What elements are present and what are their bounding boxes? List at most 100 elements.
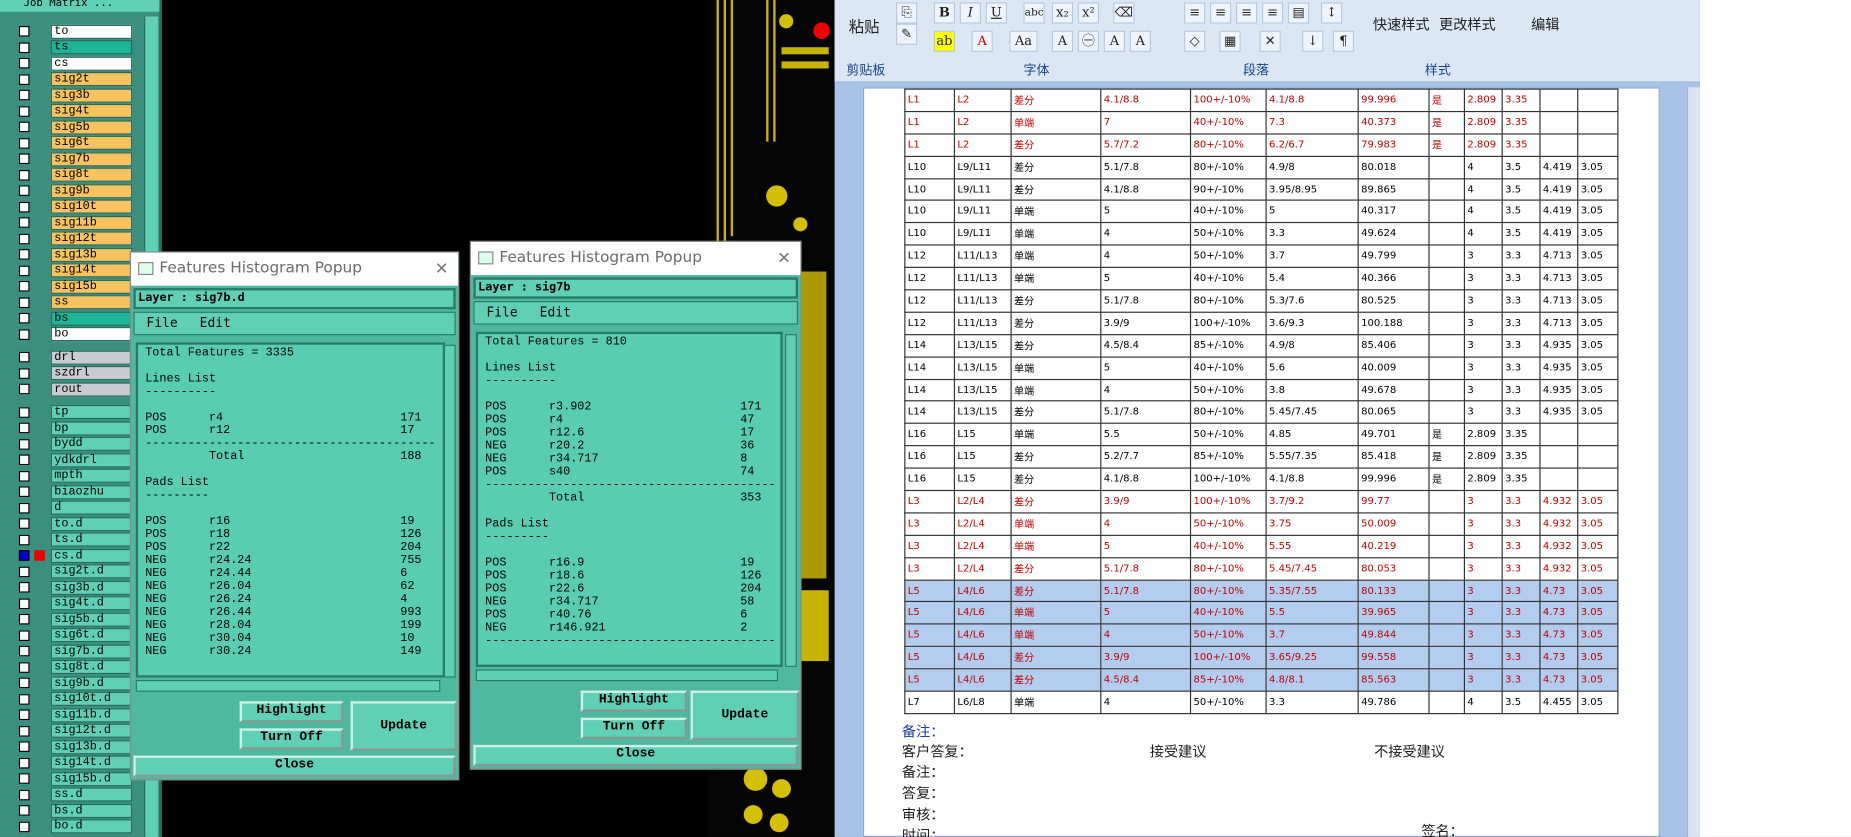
table-row[interactable]: L1 L2 差分 5.7/7.2 80+/-10% 6.2/6.7 79.983 是 2.809… bbox=[904, 133, 1619, 157]
table-cell[interactable]: L7 bbox=[904, 690, 956, 715]
highlight-button[interactable]: Highlight bbox=[239, 701, 344, 723]
table-cell[interactable]: 5.2/7.7 bbox=[1100, 445, 1192, 469]
layer-checkbox[interactable] bbox=[18, 725, 30, 737]
table-cell[interactable] bbox=[1539, 467, 1579, 492]
layer-checkbox[interactable] bbox=[18, 773, 30, 785]
shrink-font-icon[interactable]: A bbox=[1129, 30, 1151, 52]
layer-checkbox[interactable] bbox=[18, 201, 30, 213]
table-cell[interactable] bbox=[1577, 110, 1619, 135]
table-cell[interactable]: 3 bbox=[1463, 646, 1503, 670]
table-cell[interactable]: 80+/-10% bbox=[1189, 155, 1267, 179]
layer-checkbox[interactable] bbox=[18, 741, 30, 753]
table-row[interactable]: L12 L11/L13 单端 5 40+/-10% 5.4 40.366 3 3.3 4.713 3… bbox=[904, 266, 1619, 291]
layer-name[interactable]: bydd bbox=[50, 437, 133, 452]
justify-icon[interactable]: ≡ bbox=[1261, 2, 1284, 24]
sort-icon[interactable]: ↓ bbox=[1302, 30, 1324, 52]
table-cell[interactable]: 49.624 bbox=[1357, 222, 1430, 246]
table-cell[interactable]: 单端 bbox=[1010, 266, 1102, 291]
copy-icon[interactable]: ⎘ bbox=[895, 2, 918, 24]
table-cell[interactable]: 3.5 bbox=[1501, 690, 1541, 715]
table-cell[interactable]: 4.932 bbox=[1539, 489, 1579, 514]
paste-button[interactable]: 粘贴 bbox=[849, 14, 880, 37]
layer-checkbox[interactable] bbox=[18, 566, 30, 577]
table-cell[interactable]: 差分 bbox=[1010, 333, 1102, 358]
table-cell[interactable]: 4.73 bbox=[1539, 646, 1579, 670]
layer-name[interactable]: bs.d bbox=[50, 803, 133, 818]
table-cell[interactable]: 4.9/8 bbox=[1265, 155, 1359, 179]
table-cell[interactable]: 3.05 bbox=[1577, 690, 1619, 715]
shading-icon[interactable]: ◇ bbox=[1184, 30, 1206, 52]
table-cell[interactable]: 4 bbox=[1100, 512, 1192, 536]
table-cell[interactable]: 5.5 bbox=[1265, 601, 1359, 625]
table-cell[interactable]: 5 bbox=[1100, 601, 1192, 625]
layer-row[interactable]: sig5b bbox=[0, 119, 133, 135]
layer-name[interactable]: ts.d bbox=[50, 532, 133, 547]
layer-row[interactable]: bs.d bbox=[0, 803, 133, 819]
table-cell[interactable]: L13/L15 bbox=[953, 356, 1012, 380]
table-cell[interactable]: 差分 bbox=[1010, 556, 1102, 581]
layer-name[interactable]: sig2t.d bbox=[50, 564, 133, 579]
layer-name[interactable]: sig5b.d bbox=[50, 612, 133, 627]
table-cell[interactable]: 3.65/9.25 bbox=[1265, 646, 1359, 670]
layer-name[interactable]: sig8t.d bbox=[50, 660, 133, 675]
layer-checkbox[interactable] bbox=[18, 169, 30, 181]
document-page[interactable]: L1 L2 差分 4.1/8.8 100+/-10% 4.1/8.8 99.996 是 2.80… bbox=[862, 87, 1660, 837]
table-cell[interactable]: 3.05 bbox=[1577, 311, 1619, 336]
table-cell[interactable]: 50+/-10% bbox=[1189, 222, 1267, 246]
format-painter-icon[interactable]: ✎ bbox=[895, 23, 918, 45]
table-cell[interactable]: 4.5/8.4 bbox=[1100, 333, 1192, 358]
layer-row[interactable]: sig15b.d bbox=[0, 771, 133, 787]
layer-checkbox[interactable] bbox=[18, 454, 30, 466]
table-cell[interactable]: L14 bbox=[904, 378, 956, 402]
table-cell[interactable] bbox=[1577, 423, 1619, 447]
layer-name[interactable]: cs.d bbox=[50, 548, 133, 563]
layer-checkbox[interactable] bbox=[18, 502, 30, 514]
layer-name[interactable]: szdrl bbox=[50, 366, 133, 381]
table-row[interactable]: L14 L13/L15 单端 4 50+/-10% 3.8 49.678 3 3.3 4.935 3… bbox=[904, 378, 1619, 402]
show-marks-icon[interactable]: ¶ bbox=[1332, 30, 1355, 52]
table-cell[interactable]: L2 bbox=[953, 110, 1012, 135]
layer-row[interactable]: szdrl bbox=[0, 365, 133, 381]
table-cell[interactable]: L10 bbox=[904, 155, 956, 179]
table-cell[interactable] bbox=[1577, 467, 1619, 492]
table-cell[interactable]: 3.75 bbox=[1265, 512, 1359, 536]
table-cell[interactable]: 40.219 bbox=[1357, 534, 1430, 559]
table-row[interactable]: L10 L9/L11 单端 5 40+/-10% 5 40.317 4 3.5 4.419 3.05 bbox=[904, 200, 1619, 224]
table-row[interactable]: L5 L4/L6 差分 3.9/9 100+/-10% 3.65/9.25 99.558 3 3… bbox=[904, 646, 1619, 670]
table-cell[interactable]: 49.844 bbox=[1357, 623, 1430, 648]
table-cell[interactable]: 3 bbox=[1463, 400, 1503, 425]
table-cell[interactable]: 3.05 bbox=[1577, 177, 1619, 202]
table-cell[interactable]: 85+/-10% bbox=[1189, 445, 1267, 469]
layer-row[interactable]: sig3b.d bbox=[0, 580, 133, 596]
table-cell[interactable]: 差分 bbox=[1010, 177, 1102, 202]
close-button[interactable]: Close bbox=[133, 755, 456, 777]
turn-off-button[interactable]: Turn Off bbox=[580, 717, 688, 739]
table-cell[interactable]: 3 bbox=[1463, 534, 1503, 559]
table-cell[interactable]: L16 bbox=[904, 423, 956, 447]
table-cell[interactable]: 差分 bbox=[1010, 668, 1102, 692]
table-cell[interactable]: L2 bbox=[953, 88, 1012, 113]
table-cell[interactable]: 是 bbox=[1428, 88, 1466, 113]
table-cell[interactable]: 4.455 bbox=[1539, 690, 1579, 715]
table-cell[interactable]: 50+/-10% bbox=[1189, 512, 1267, 536]
table-cell[interactable]: 89.865 bbox=[1357, 177, 1430, 202]
table-cell[interactable]: 4.85 bbox=[1265, 423, 1359, 447]
table-cell[interactable]: L15 bbox=[953, 445, 1012, 469]
change-styles-button[interactable]: 更改样式 bbox=[1439, 14, 1496, 34]
table-cell[interactable]: 4.713 bbox=[1539, 244, 1579, 269]
layer-name[interactable]: sig4t bbox=[50, 104, 133, 119]
table-cell[interactable]: 差分 bbox=[1010, 289, 1102, 313]
layer-row[interactable]: cs bbox=[0, 55, 133, 71]
layer-name[interactable]: sig15b.d bbox=[50, 771, 133, 786]
layer-checkbox[interactable] bbox=[18, 646, 30, 657]
table-cell[interactable]: L3 bbox=[904, 489, 956, 514]
table-cell[interactable]: 100+/-10% bbox=[1189, 88, 1267, 113]
table-cell[interactable]: 单端 bbox=[1010, 601, 1102, 625]
table-cell[interactable]: 100+/-10% bbox=[1189, 311, 1267, 336]
layer-row[interactable]: sig5b.d bbox=[0, 611, 133, 627]
table-cell[interactable] bbox=[1577, 88, 1619, 113]
table-cell[interactable]: 3 bbox=[1463, 579, 1503, 603]
layer-name[interactable]: sig13b bbox=[50, 247, 133, 262]
layer-name[interactable]: ss.d bbox=[50, 787, 133, 802]
update-button[interactable]: Update bbox=[350, 701, 457, 751]
